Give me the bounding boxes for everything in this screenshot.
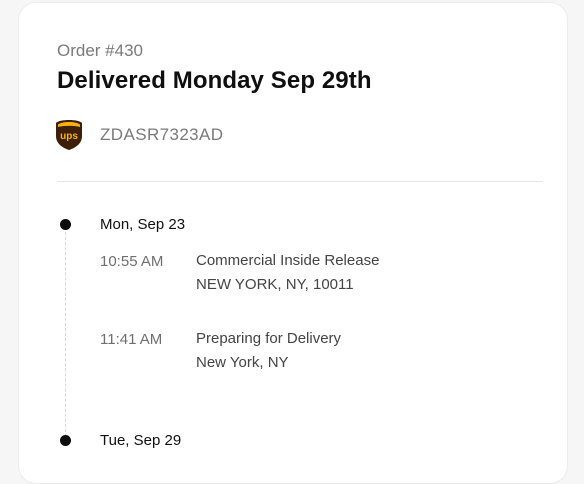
- carrier-row: ups ZDASR7323AD: [55, 119, 223, 151]
- timeline-day-label: Tue, Sep 29: [100, 432, 182, 449]
- divider: [57, 181, 543, 182]
- order-number: Order #430: [57, 41, 143, 60]
- ups-logo-icon: ups: [55, 119, 83, 151]
- timeline-dot: [60, 219, 71, 230]
- event-location: NEW YORK, NY, 10011: [196, 276, 354, 293]
- event-time: 11:41 AM: [100, 331, 163, 348]
- order-tracking-card: Order #430 Delivered Monday Sep 29th ups…: [18, 2, 568, 484]
- timeline-line: [65, 227, 66, 437]
- timeline-dot: [60, 435, 71, 446]
- event-title: Commercial Inside Release: [196, 252, 380, 269]
- event-title: Preparing for Delivery: [196, 330, 342, 347]
- timeline-day-label: Mon, Sep 23: [100, 216, 186, 233]
- event-description: Preparing for Delivery New York, NY: [196, 327, 341, 375]
- delivery-status-title: Delivered Monday Sep 29th: [57, 67, 372, 94]
- event-location: New York, NY: [196, 354, 289, 371]
- event-description: Commercial Inside Release NEW YORK, NY, …: [196, 249, 379, 297]
- tracking-number[interactable]: ZDASR7323AD: [100, 125, 223, 145]
- ups-logo-text: ups: [60, 131, 78, 142]
- event-time: 10:55 AM: [100, 253, 164, 270]
